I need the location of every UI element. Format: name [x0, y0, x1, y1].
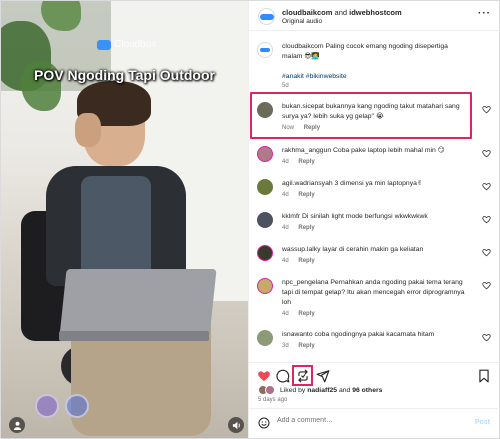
comment-text: agil.wadriansyah 3 dimensi ya min laptop…: [282, 180, 423, 187]
avatar[interactable]: [257, 146, 273, 162]
action-bar: [249, 362, 500, 386]
volume-icon[interactable]: [228, 417, 244, 433]
post-authors: cloudbaikcom and idwebhostcom: [282, 8, 402, 17]
comment-text: npc_pengelana Pernahkan anda ngoding pak…: [282, 279, 465, 306]
like-comment-icon[interactable]: [482, 182, 491, 191]
laptop: [59, 269, 217, 337]
comment-meta: 4d Reply: [282, 225, 315, 231]
reply-button[interactable]: Reply: [298, 258, 314, 264]
laptop-base: [59, 331, 209, 341]
likes-count[interactable]: 96 others: [352, 387, 382, 394]
comment-meta: 3d Reply: [282, 343, 315, 349]
like-comment-icon[interactable]: [482, 281, 491, 290]
user-tag-icon[interactable]: [9, 417, 25, 433]
like-comment-icon[interactable]: [482, 149, 491, 158]
collab-avatar-2[interactable]: [65, 394, 89, 418]
post-details-panel: cloudbaikcom and idwebhostcom Original a…: [248, 1, 500, 438]
comment-composer: Post: [249, 408, 500, 438]
avatar[interactable]: [257, 179, 273, 195]
heart-icon[interactable]: [257, 369, 271, 383]
comment-input[interactable]: [277, 417, 457, 424]
comment-meta: 4d Reply: [282, 311, 315, 317]
share-icon[interactable]: [316, 369, 330, 383]
like-comment-icon[interactable]: [482, 333, 491, 342]
comment-text: kklmfr Di sinilah light mode berfungsi w…: [282, 213, 428, 220]
avatar[interactable]: [258, 8, 275, 25]
reply-button[interactable]: Reply: [298, 192, 314, 198]
caption-meta: 5d: [282, 83, 289, 89]
cloud-logo-icon: [97, 39, 111, 50]
avatar[interactable]: [257, 42, 273, 58]
like-comment-icon[interactable]: [482, 248, 491, 257]
post-time: 5 days ago: [258, 397, 288, 403]
comment-text: wassup.lalky layar di cerahin makin ga k…: [282, 246, 424, 253]
avatar[interactable]: [257, 330, 273, 346]
comment-meta: 4d Reply: [282, 192, 315, 198]
coauthor-username[interactable]: idwebhostcom: [349, 8, 402, 17]
video-overlay-title: POV Ngoding Tapi Outdoor: [34, 67, 215, 83]
avatar[interactable]: [257, 102, 273, 118]
avatar[interactable]: [257, 278, 273, 294]
video-brand-watermark: Cloudbox: [97, 39, 156, 50]
video-player[interactable]: Cloudbox POV Ngoding Tapi Outdoor: [1, 1, 248, 438]
bookmark-icon[interactable]: [477, 369, 491, 383]
comment-text: isnawanto coba ngodingnya pakai kacamata…: [282, 331, 435, 338]
more-options-button[interactable]: ···: [478, 9, 491, 19]
video-brand-label: Cloudbox: [114, 39, 157, 50]
liker-username[interactable]: nadiaff25: [307, 387, 337, 394]
comment-text: bukan.sicepat bukannya kang ngoding taku…: [282, 103, 460, 120]
like-comment-icon[interactable]: [482, 105, 491, 114]
avatar: [265, 385, 275, 395]
avatar[interactable]: [257, 245, 273, 261]
repost-icon[interactable]: [296, 369, 310, 383]
likes-summary: Liked by nadiaff25 and 96 others: [258, 385, 382, 395]
like-comment-icon[interactable]: [482, 215, 491, 224]
caption-text: cloudbaikcom Paling cocok emang ngoding …: [282, 43, 448, 60]
post-header: cloudbaikcom and idwebhostcom Original a…: [249, 1, 500, 31]
reply-button[interactable]: Reply: [298, 225, 314, 231]
reply-button[interactable]: Reply: [298, 343, 314, 349]
collab-avatar-1[interactable]: [35, 394, 59, 418]
caption-hashtags[interactable]: #anakit #bikinwebsite: [282, 72, 466, 82]
comment-meta: Now Reply: [282, 125, 321, 131]
comment-icon[interactable]: [276, 369, 290, 383]
comment-meta: 4d Reply: [282, 258, 315, 264]
avatar[interactable]: [257, 212, 273, 228]
post-button[interactable]: Post: [475, 419, 490, 426]
audio-label[interactable]: Original audio: [282, 18, 322, 25]
author-username[interactable]: cloudbaikcom: [282, 8, 332, 17]
reply-button[interactable]: Reply: [298, 311, 314, 317]
reply-button[interactable]: Reply: [298, 159, 314, 165]
comment-text: rakhma_anggun Coba pake laptop lebih mah…: [282, 147, 445, 154]
comment-meta: 4d Reply: [282, 159, 315, 165]
emoji-icon[interactable]: [258, 417, 270, 429]
reply-button[interactable]: Reply: [304, 125, 320, 131]
person-hand: [75, 113, 101, 147]
